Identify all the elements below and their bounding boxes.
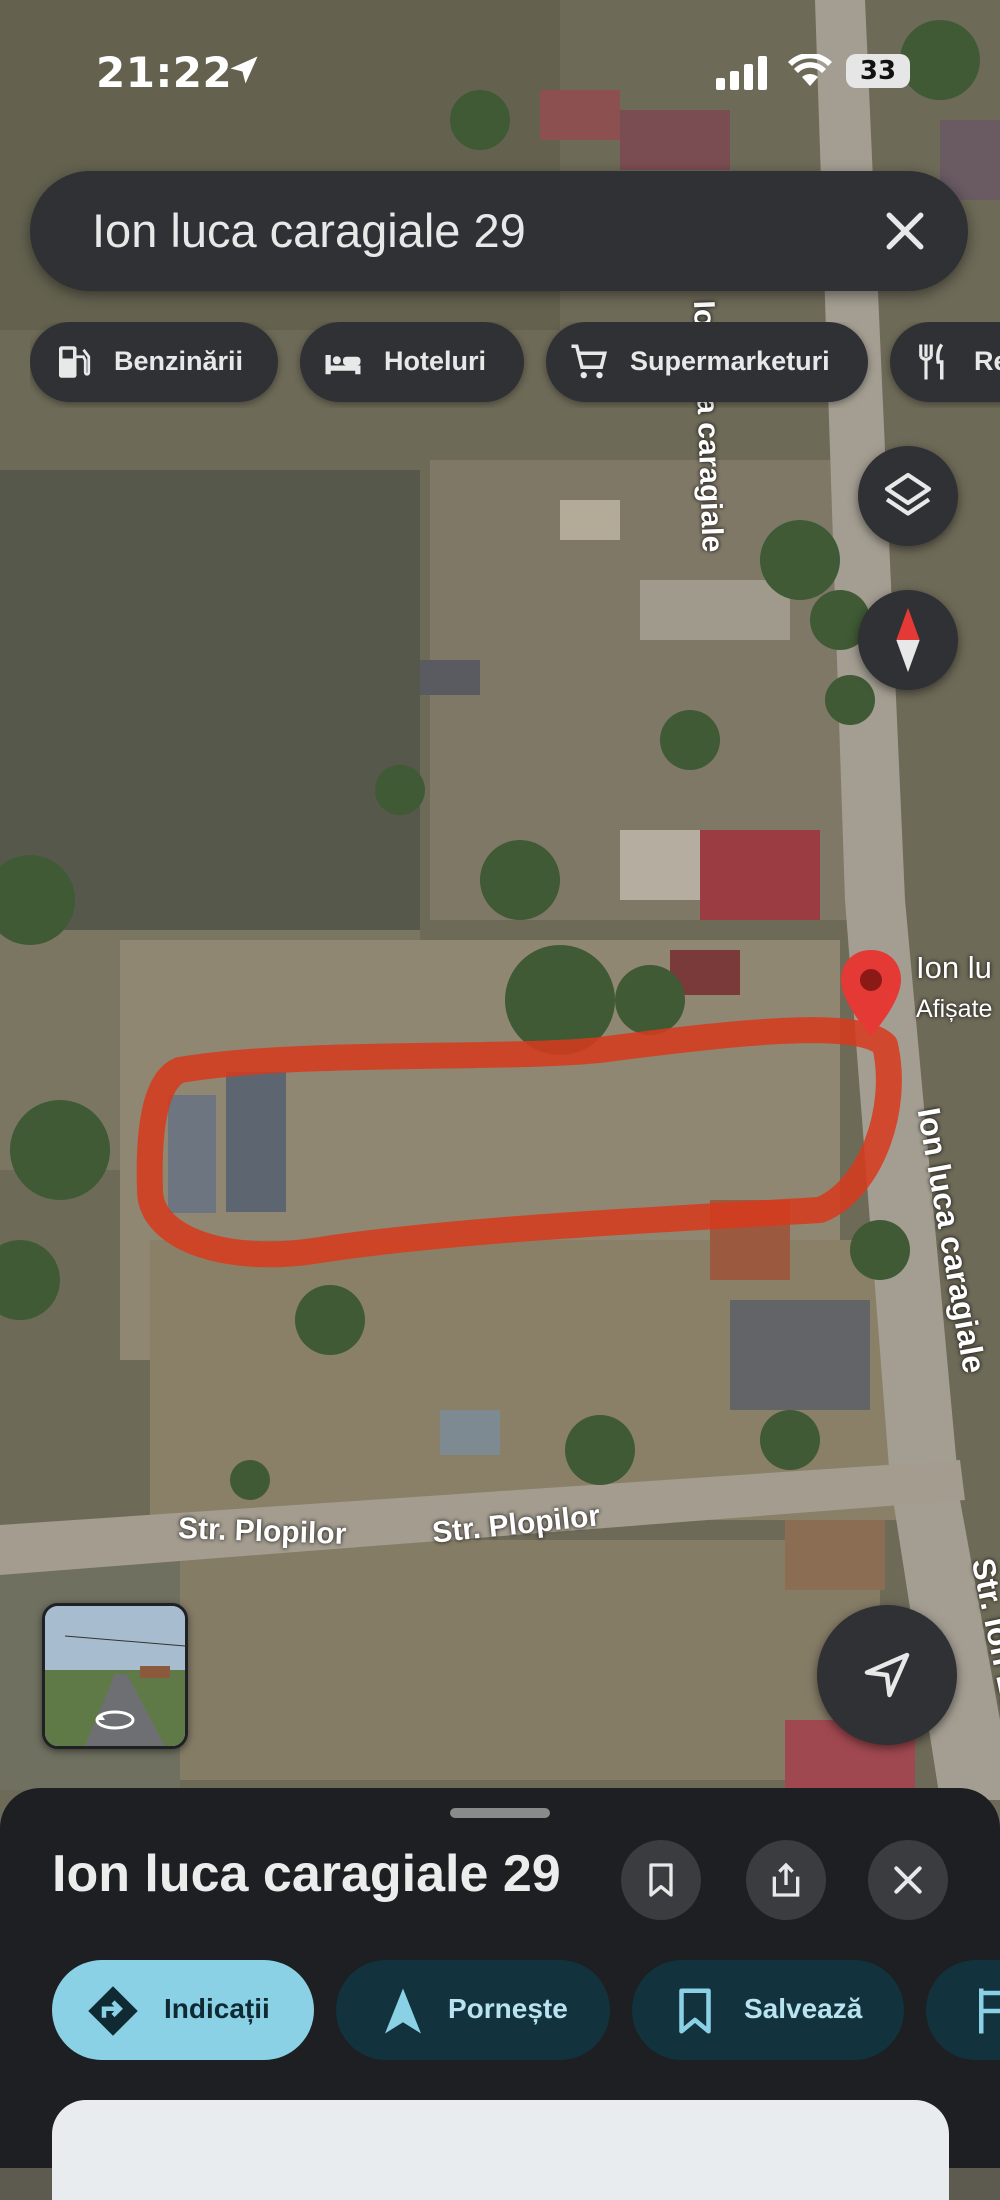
close-icon[interactable]	[878, 204, 932, 258]
chip-gas-stations[interactable]: Benzinării	[30, 322, 278, 402]
compass-button[interactable]	[858, 590, 958, 690]
search-input[interactable]: Ion luca caragiale 29	[92, 203, 526, 258]
chip-label: Supermarketuri	[630, 346, 830, 376]
navigation-arrow-icon	[864, 1652, 910, 1698]
search-bar[interactable]: Ion luca caragiale 29	[30, 171, 968, 291]
start-button[interactable]: Pornește	[336, 1960, 610, 2060]
chip-hotels[interactable]: Hoteluri	[300, 322, 524, 402]
chip-restaurants[interactable]: Re	[890, 322, 1000, 402]
cellular-signal-icon	[716, 56, 767, 90]
flag-icon	[979, 1988, 1000, 2034]
compass-icon	[896, 607, 920, 673]
start-label: Pornește	[448, 1993, 568, 2024]
gas-station-icon	[59, 346, 91, 378]
directions-label: Indicații	[164, 1993, 270, 2024]
sheet-drag-handle[interactable]	[450, 1808, 550, 1818]
bed-icon	[325, 355, 361, 375]
status-time: 21:22	[96, 48, 233, 97]
chip-label: Hoteluri	[384, 346, 487, 376]
share-button[interactable]	[746, 1840, 826, 1920]
bookmark-icon	[679, 1988, 711, 2034]
wifi-icon	[788, 54, 832, 86]
pin-title: Ion lu	[916, 950, 992, 985]
close-icon	[894, 1866, 922, 1894]
close-sheet-button[interactable]	[868, 1840, 948, 1920]
directions-icon	[88, 1986, 138, 2036]
street-view-thumbnail[interactable]	[42, 1603, 188, 1749]
rotate-360-icon	[95, 1710, 135, 1730]
save-button[interactable]: Salvează	[632, 1960, 904, 2060]
navigation-arrow-icon	[385, 1988, 421, 2034]
category-chips: Benzinării Hoteluri Supermarketuri Re	[30, 322, 1000, 408]
cart-icon	[571, 344, 607, 379]
layers-icon	[884, 472, 932, 516]
pin-icon	[841, 950, 901, 1036]
chip-label: Benzinării	[114, 346, 244, 376]
pin-subtitle: Afișate	[916, 995, 993, 1023]
restaurant-icon	[919, 343, 944, 380]
more-action-button[interactable]	[926, 1960, 1000, 2060]
street-label-plopilor-1: Str. Plopilor	[177, 1512, 347, 1551]
location-services-icon	[230, 56, 258, 84]
chip-supermarkets[interactable]: Supermarketuri	[546, 322, 868, 402]
chip-label: Re	[974, 346, 1000, 376]
save-label: Salvează	[744, 1993, 863, 2024]
place-photo-preview[interactable]	[52, 2100, 949, 2200]
battery-indicator: 33	[846, 54, 910, 88]
status-bar: 21:22 33	[0, 48, 1000, 98]
layers-button[interactable]	[858, 446, 958, 546]
save-place-button[interactable]	[621, 1840, 701, 1920]
my-location-button[interactable]	[817, 1605, 957, 1745]
place-title: Ion luca caragiale 29	[52, 1845, 561, 1903]
location-pin[interactable]	[838, 948, 904, 1038]
share-icon	[772, 1862, 800, 1897]
bookmark-icon	[649, 1863, 673, 1897]
directions-button[interactable]: Indicații	[52, 1960, 314, 2060]
